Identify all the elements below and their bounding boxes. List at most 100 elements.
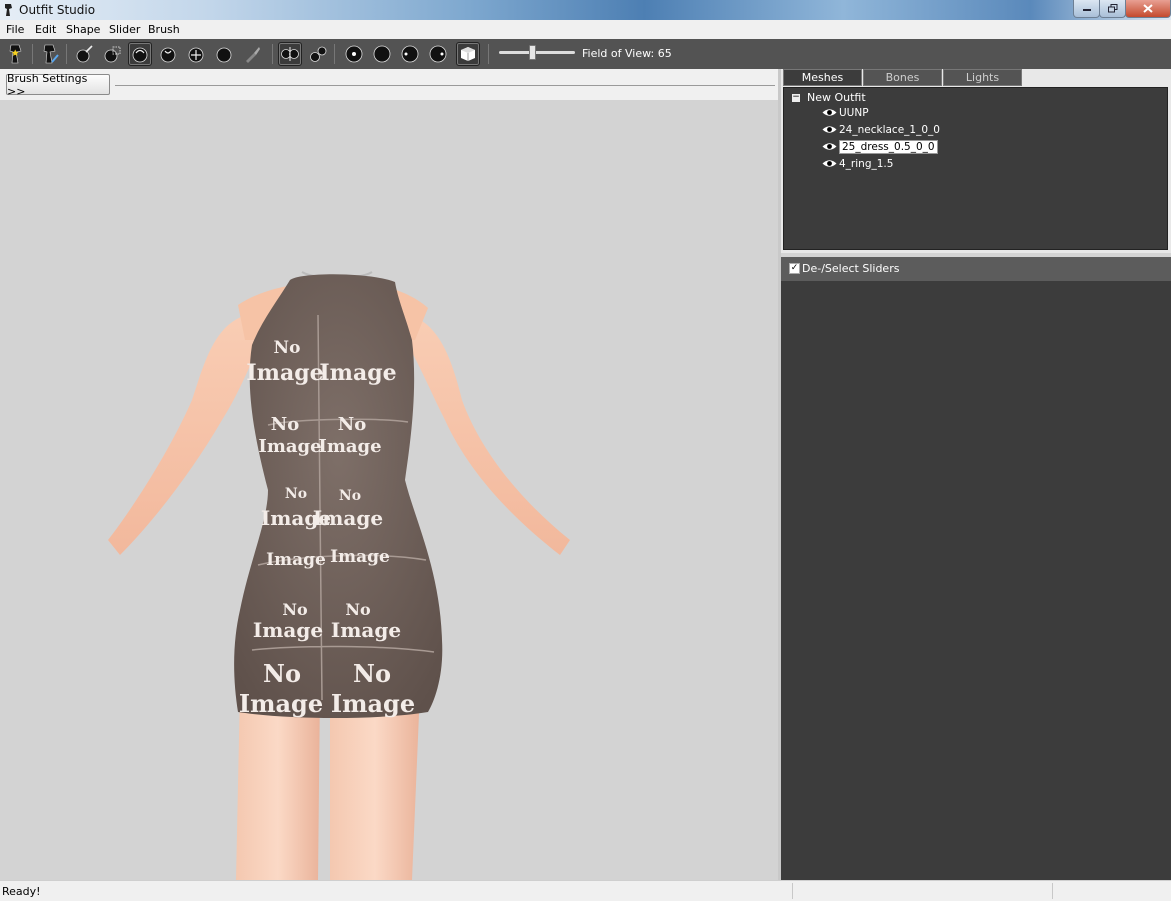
brush-settings-bar: Brush Settings >>: [0, 69, 780, 101]
tab-lights[interactable]: Lights: [943, 69, 1022, 86]
title-bar: Outfit Studio: [0, 0, 1171, 20]
minimize-icon: [1082, 8, 1091, 11]
connected-icon: [310, 46, 327, 62]
new-outfit-icon: [9, 44, 22, 64]
mesh-item-selected[interactable]: 25_dress_0.5_0_0: [822, 139, 938, 154]
mesh-item-label: UUNP: [839, 106, 869, 119]
texture-placeholder-text: Image: [246, 360, 323, 386]
collapse-toggle-icon[interactable]: −: [792, 93, 800, 102]
3d-viewport[interactable]: No Image Image No Image No Image No Imag…: [0, 100, 780, 880]
texture-placeholder-text: Image: [331, 618, 401, 642]
select-sliders-label[interactable]: De-/Select Sliders: [802, 262, 899, 275]
mesh-item[interactable]: 24_necklace_1_0_0: [822, 122, 940, 137]
x-mirror-button[interactable]: [278, 42, 302, 66]
select-tool-button[interactable]: [72, 42, 96, 66]
new-outfit-button[interactable]: [4, 42, 28, 66]
select-sliders-checkbox[interactable]: ✓: [789, 263, 800, 274]
mesh-item-label: 4_ring_1.5: [839, 157, 894, 170]
texture-placeholder-text: Image: [319, 360, 396, 386]
texture-placeholder-text: No: [271, 414, 299, 435]
eye-icon[interactable]: [822, 159, 837, 168]
deflate-tool-button[interactable]: [156, 42, 180, 66]
texture-placeholder-text: No: [345, 600, 371, 619]
menu-edit[interactable]: Edit: [35, 23, 56, 36]
slider-list: [781, 281, 1171, 880]
enable-textures-button[interactable]: [426, 42, 450, 66]
tree-root-outfit[interactable]: New Outfit: [807, 91, 866, 104]
texture-placeholder-text: Image: [266, 550, 326, 570]
smooth-brush-icon: [216, 47, 232, 63]
weight-paint-button[interactable]: [240, 42, 264, 66]
toolbar-separator: [272, 44, 273, 64]
move-brush-icon: [188, 47, 204, 63]
status-divider: [792, 883, 793, 899]
toolbar-separator: [66, 44, 67, 64]
texture-icon: [429, 45, 447, 63]
mask-tool-button[interactable]: [100, 42, 124, 66]
status-text: Ready!: [2, 885, 41, 898]
mask-brush-icon: [104, 46, 121, 63]
brush-settings-button[interactable]: Brush Settings >>: [6, 72, 110, 98]
texture-placeholder-text: Image: [313, 506, 383, 530]
texture-placeholder-text: No: [282, 600, 308, 619]
deflate-brush-icon: [160, 47, 176, 63]
close-button[interactable]: [1125, 0, 1171, 18]
edit-outfit-icon: [43, 44, 59, 64]
tab-bones[interactable]: Bones: [863, 69, 942, 86]
texture-placeholder-text: No: [338, 414, 366, 435]
mesh-item[interactable]: 4_ring_1.5: [822, 156, 893, 171]
show-points-button[interactable]: [342, 42, 366, 66]
tab-meshes[interactable]: Meshes: [783, 69, 862, 86]
menu-slider[interactable]: Slider: [109, 23, 140, 36]
texture-placeholder-text: No: [285, 486, 307, 502]
toggle-view-button[interactable]: [456, 42, 480, 66]
mesh-item-label: 24_necklace_1_0_0: [839, 123, 940, 136]
vertex-icon: [345, 45, 363, 63]
connected-only-button[interactable]: [306, 42, 330, 66]
eye-icon[interactable]: [822, 108, 837, 117]
menu-file[interactable]: File: [6, 23, 24, 36]
mesh-panel: Meshes Bones Lights − New Outfit UUNP 24…: [781, 69, 1171, 253]
toolbar-separator: [334, 44, 335, 64]
status-divider: [1052, 883, 1053, 899]
texture-placeholder-text: Image: [330, 547, 390, 567]
fov-slider-track[interactable]: [499, 51, 575, 54]
menu-brush[interactable]: Brush: [148, 23, 180, 36]
fov-slider-thumb[interactable]: [529, 45, 536, 60]
slider-panel-header: ✓ De-/Select Sliders: [781, 257, 1171, 281]
edit-outfit-button[interactable]: [38, 42, 62, 66]
fov-label: Field of View: 65: [582, 47, 672, 60]
texture-placeholder-text: No: [353, 659, 391, 688]
texture-placeholder-text: No: [263, 659, 301, 688]
mesh-item[interactable]: UUNP: [822, 105, 869, 120]
move-tool-button[interactable]: [184, 42, 208, 66]
texture-placeholder-text: Image: [253, 618, 323, 642]
inflate-tool-button[interactable]: [128, 42, 152, 66]
menu-bar: File Edit Shape Slider Brush: [0, 20, 1171, 39]
texture-placeholder-text: No: [339, 488, 361, 504]
cube-icon: [461, 47, 475, 61]
toolbar-separator: [488, 44, 489, 64]
select-brush-icon: [76, 45, 93, 63]
eye-icon[interactable]: [822, 142, 837, 151]
texture-placeholder-text: Image: [239, 689, 323, 718]
minimize-button[interactable]: [1073, 0, 1100, 18]
show-wireframe-button[interactable]: [370, 42, 394, 66]
window-title: Outfit Studio: [19, 3, 96, 17]
eye-icon[interactable]: [822, 125, 837, 134]
mirror-icon: [281, 47, 299, 61]
app-icon: [5, 4, 12, 16]
paint-brush-icon: [246, 47, 260, 63]
enable-lighting-button[interactable]: [398, 42, 422, 66]
smooth-tool-button[interactable]: [212, 42, 236, 66]
sphere-icon: [373, 45, 391, 63]
restore-icon: [1107, 4, 1117, 13]
close-icon: [1143, 4, 1153, 13]
texture-placeholder-text: Image: [318, 436, 381, 457]
status-bar: Ready!: [0, 880, 1171, 901]
texture-placeholder-text: No: [274, 338, 301, 358]
toolbar-separator: [32, 44, 33, 64]
maximize-button[interactable]: [1099, 0, 1126, 18]
inflate-brush-icon: [132, 47, 148, 63]
menu-shape[interactable]: Shape: [66, 23, 100, 36]
